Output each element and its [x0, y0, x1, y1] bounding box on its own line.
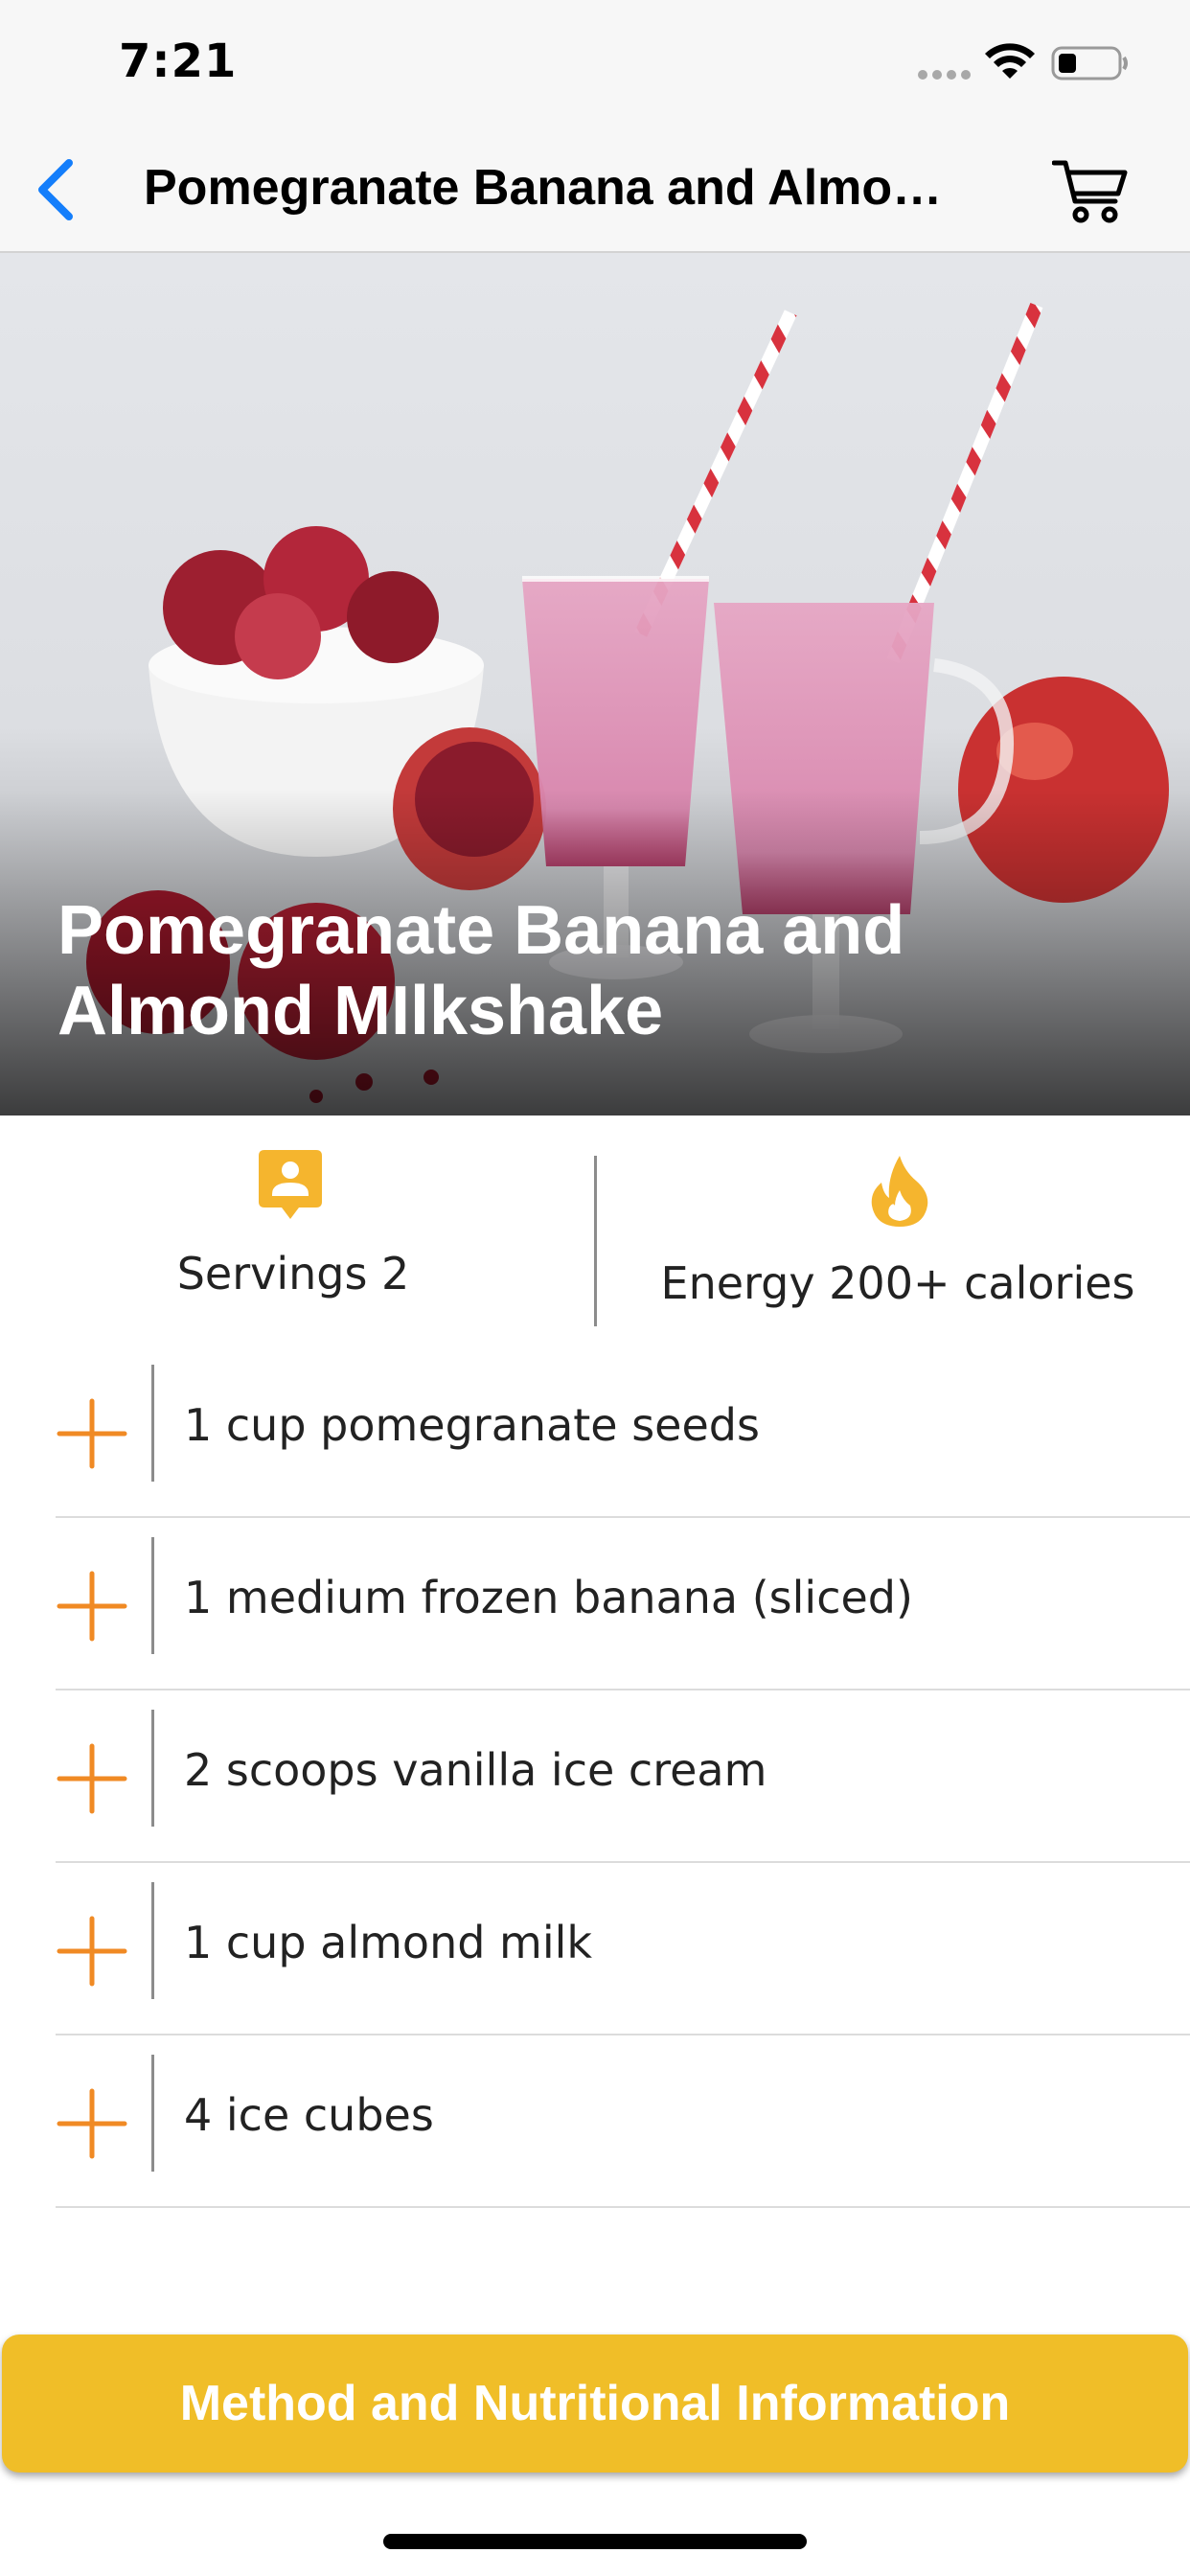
status-bar: 7:21	[0, 0, 1190, 126]
chevron-left-icon[interactable]	[33, 157, 79, 222]
status-time: 7:21	[119, 34, 238, 88]
plus-icon[interactable]	[56, 1397, 128, 1470]
energy-label: Energy 200+ calories	[660, 1257, 1135, 1309]
method-nutrition-button[interactable]: Method and Nutritional Information	[2, 2334, 1188, 2472]
app-screen: 7:21 Pomegranate Banana and Almond... Po…	[0, 0, 1190, 2576]
ingredient-row: 2 scoops vanilla ice cream	[56, 1690, 1190, 1863]
row-divider	[151, 1710, 154, 1827]
cellular-signal-icon	[918, 70, 971, 80]
row-divider	[151, 1537, 154, 1654]
plus-icon[interactable]	[56, 1742, 128, 1815]
battery-icon	[1051, 46, 1128, 80]
ingredient-row: 1 cup almond milk	[56, 1863, 1190, 2036]
nav-title: Pomegranate Banana and Almond...	[144, 160, 968, 216]
recipe-info-row: Servings 2 Energy 200+ calories	[0, 1116, 1190, 1346]
ingredient-text: 1 medium frozen banana (sliced)	[184, 1572, 913, 1623]
servings-label: Servings 2	[176, 1248, 410, 1300]
method-button-label: Method and Nutritional Information	[179, 2376, 1011, 2431]
ingredient-text: 2 scoops vanilla ice cream	[184, 1744, 767, 1796]
plus-icon[interactable]	[56, 2087, 128, 2160]
plus-icon[interactable]	[56, 1570, 128, 1643]
cart-icon[interactable]	[1052, 157, 1129, 226]
hero-image: Pomegranate Banana and Almond MIlkshake	[0, 253, 1190, 1116]
row-divider	[151, 1365, 154, 1482]
ingredient-text: 1 cup pomegranate seeds	[184, 1399, 760, 1451]
person-badge-icon	[259, 1150, 322, 1219]
row-divider	[151, 1882, 154, 1999]
recipe-title: Pomegranate Banana and Almond MIlkshake	[57, 892, 905, 1049]
home-indicator[interactable]	[383, 2534, 807, 2549]
ingredient-text: 1 cup almond milk	[184, 1917, 593, 1968]
ingredient-row: 1 cup pomegranate seeds	[56, 1346, 1190, 1518]
info-divider	[594, 1156, 597, 1326]
ingredient-text: 4 ice cubes	[184, 2089, 434, 2141]
plus-icon[interactable]	[56, 1915, 128, 1988]
navigation-bar: Pomegranate Banana and Almond...	[0, 126, 1190, 253]
wifi-icon	[985, 43, 1035, 79]
flame-icon	[871, 1156, 928, 1227]
ingredient-row: 1 medium frozen banana (sliced)	[56, 1518, 1190, 1690]
row-divider	[151, 2055, 154, 2172]
ingredient-row: 4 ice cubes	[56, 2036, 1190, 2208]
